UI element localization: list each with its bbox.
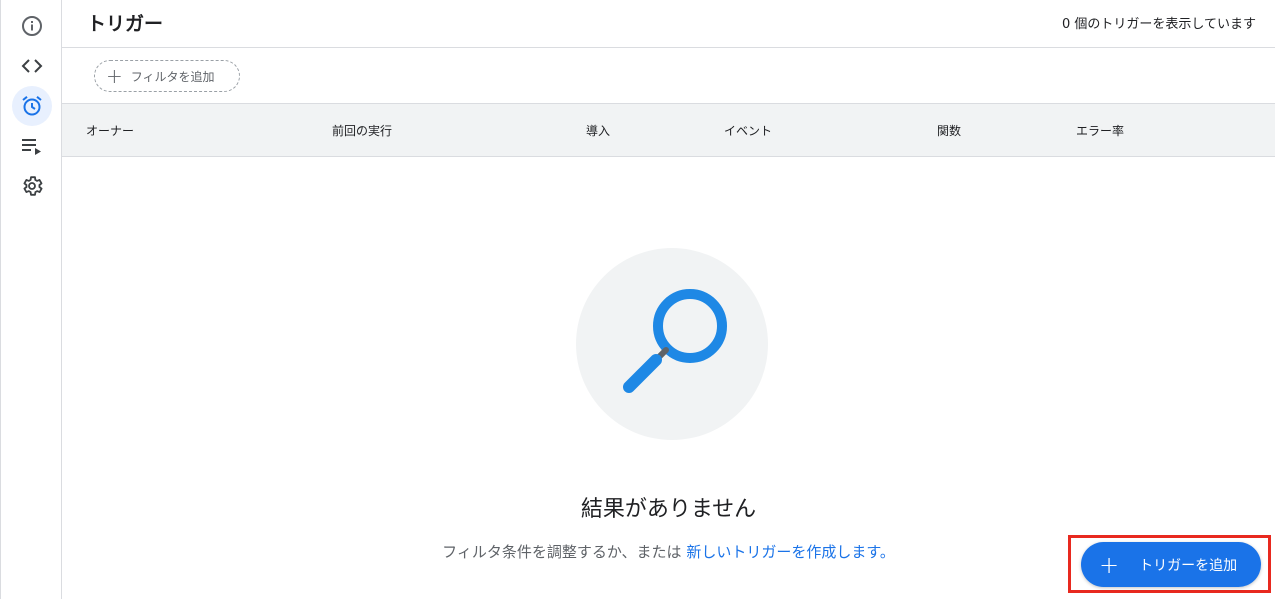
sidebar-item-executions[interactable] <box>12 126 52 166</box>
executions-icon <box>22 139 41 155</box>
column-header-error-rate[interactable]: エラー率 <box>1076 122 1124 139</box>
column-header-event[interactable]: イベント <box>724 122 772 139</box>
column-header-owner[interactable]: オーナー <box>86 122 134 139</box>
gear-icon <box>23 176 43 196</box>
column-header-deployment[interactable]: 導入 <box>586 122 610 139</box>
alarm-clock-icon <box>22 96 42 116</box>
plus-icon: + <box>106 64 123 88</box>
column-header-function[interactable]: 関数 <box>937 122 961 139</box>
sidebar-item-editor[interactable] <box>12 46 52 86</box>
code-icon <box>21 59 43 73</box>
search-icon <box>623 289 727 393</box>
info-icon <box>22 16 42 36</box>
table-header: オーナー 前回の実行 導入 イベント 関数 エラー率 <box>62 104 1275 157</box>
column-header-last-run[interactable]: 前回の実行 <box>332 122 392 139</box>
empty-state-illustration <box>576 248 768 440</box>
add-trigger-button[interactable]: + トリガーを追加 <box>1081 542 1261 587</box>
sidebar-item-settings[interactable] <box>12 166 52 206</box>
empty-state-title: 結果がありません <box>580 497 757 522</box>
add-trigger-label: トリガーを追加 <box>1139 557 1238 574</box>
filter-bar: + フィルタを追加 <box>62 48 1275 104</box>
add-filter-label: フィルタを追加 <box>130 69 215 84</box>
sidebar-item-triggers[interactable] <box>12 86 52 126</box>
plus-icon: + <box>1099 550 1120 579</box>
empty-state-text: フィルタ条件を調整するか、または <box>442 543 682 561</box>
trigger-count-text: 0 個のトリガーを表示しています <box>1061 17 1256 32</box>
add-filter-button[interactable]: + フィルタを追加 <box>94 60 240 92</box>
sidebar-item-overview[interactable] <box>12 6 52 46</box>
page-header: トリガー 0 個のトリガーを表示しています <box>62 0 1275 48</box>
create-trigger-link[interactable]: 新しいトリガーを作成します。 <box>686 543 895 561</box>
page-title: トリガー <box>87 13 164 35</box>
